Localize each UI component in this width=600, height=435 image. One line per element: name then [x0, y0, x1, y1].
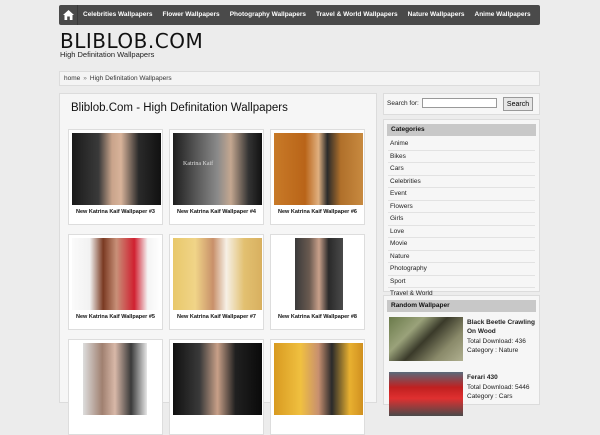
category-item[interactable]: Bikes	[388, 151, 535, 163]
nav-nature[interactable]: Nature Wallpapers	[403, 5, 470, 25]
wallpaper-card[interactable]	[68, 339, 163, 435]
category-item[interactable]: Girls	[388, 213, 535, 226]
site-tagline: High Definitation Wallpapers	[60, 50, 155, 59]
random-wallpaper-widget: Random Wallpaper Black Beetle Crawling O…	[383, 295, 540, 416]
download-count: Total Download: 436	[467, 338, 526, 345]
wallpaper-caption[interactable]: New Katrina Kaif Wallpaper #5	[69, 314, 162, 320]
wallpaper-thumbnail[interactable]	[72, 238, 161, 310]
wallpaper-card[interactable]	[270, 339, 365, 435]
nav-flower[interactable]: Flower Wallpapers	[157, 5, 224, 25]
wallpaper-card[interactable]: New Katrina Kaif Wallpaper #5	[68, 234, 163, 330]
category-item[interactable]: Photography	[388, 263, 535, 276]
search-input[interactable]	[422, 98, 497, 108]
random-wallpaper-thumbnail[interactable]	[389, 317, 463, 361]
wallpaper-thumbnail[interactable]: Katrina Kaif	[173, 133, 262, 205]
random-wallpaper-link[interactable]: Black Beetle Crawling On Wood	[467, 318, 539, 336]
random-wallpaper-item: Ferari 430 Total Download: 5446 Category…	[387, 370, 536, 422]
top-navigation: Celebrities Wallpapers Flower Wallpapers…	[59, 5, 540, 25]
category-item[interactable]: Love	[388, 226, 535, 238]
nav-photography[interactable]: Photography Wallpapers	[225, 5, 311, 25]
wallpaper-category: Category : Cars	[467, 393, 513, 400]
wallpaper-thumbnail[interactable]	[274, 343, 363, 415]
category-item[interactable]: Event	[388, 188, 535, 201]
wallpaper-card[interactable]: New Katrina Kaif Wallpaper #8	[270, 234, 365, 330]
random-wallpaper-link[interactable]: Ferari 430	[467, 373, 539, 382]
download-count: Total Download: 5446	[467, 384, 530, 391]
breadcrumb-current: High Definitation Wallpapers	[89, 75, 172, 82]
breadcrumb-home-link[interactable]: home	[64, 75, 80, 82]
wallpaper-category: Category : Nature	[467, 347, 519, 354]
search-button[interactable]: Search	[503, 97, 533, 111]
category-item[interactable]: Movie	[388, 238, 535, 251]
category-item[interactable]: Cars	[388, 163, 535, 176]
home-button[interactable]	[59, 5, 78, 25]
nav-anime[interactable]: Anime Wallpapers	[470, 5, 536, 25]
random-wallpaper-thumbnail[interactable]	[389, 372, 463, 416]
main-content: Bliblob.Com - High Definitation Wallpape…	[59, 93, 377, 435]
category-item[interactable]: Nature	[388, 251, 535, 263]
category-item[interactable]: Celebrities	[388, 176, 535, 188]
wallpaper-caption[interactable]: New Katrina Kaif Wallpaper #7	[170, 314, 263, 320]
search-label: Search for:	[387, 100, 419, 107]
nav-travel-world[interactable]: Travel & World Wallpapers	[311, 5, 403, 25]
wallpaper-thumbnail[interactable]	[173, 343, 262, 415]
category-item[interactable]: Anime	[388, 138, 535, 151]
wallpaper-thumbnail[interactable]	[173, 238, 262, 310]
nav-celebrities[interactable]: Celebrities Wallpapers	[78, 5, 157, 25]
categories-widget: Categories Anime Bikes Cars Celebrities …	[383, 119, 540, 301]
random-wallpaper-item: Black Beetle Crawling On Wood Total Down…	[387, 315, 536, 367]
home-icon	[62, 10, 74, 20]
categories-list: Anime Bikes Cars Celebrities Event Flowe…	[388, 138, 535, 301]
random-wallpaper-title: Random Wallpaper	[387, 300, 536, 312]
wallpaper-caption[interactable]: New Katrina Kaif Wallpaper #3	[69, 209, 162, 215]
wallpaper-thumbnail[interactable]	[274, 133, 363, 205]
search-widget: Search for: Search	[383, 93, 540, 115]
wallpaper-thumbnail[interactable]	[83, 343, 147, 415]
thumbnail-overlay-text: Katrina Kaif	[183, 161, 214, 167]
wallpaper-card[interactable]: New Katrina Kaif Wallpaper #6	[270, 129, 365, 225]
categories-title: Categories	[387, 124, 536, 136]
wallpaper-caption[interactable]: New Katrina Kaif Wallpaper #6	[271, 209, 364, 215]
wallpaper-card[interactable]	[169, 339, 264, 435]
page-heading: Bliblob.Com - High Definitation Wallpape…	[71, 102, 288, 114]
wallpaper-caption[interactable]: New Katrina Kaif Wallpaper #8	[271, 314, 364, 320]
wallpaper-card[interactable]: New Katrina Kaif Wallpaper #7	[169, 234, 264, 330]
wallpaper-caption[interactable]: New Katrina Kaif Wallpaper #4	[170, 209, 263, 215]
wallpaper-card[interactable]: New Katrina Kaif Wallpaper #3	[68, 129, 163, 225]
wallpaper-thumbnail[interactable]	[72, 133, 161, 205]
category-item[interactable]: Flowers	[388, 201, 535, 213]
breadcrumb-separator: »	[83, 75, 87, 82]
category-item[interactable]: Sport	[388, 276, 535, 288]
breadcrumb: home » High Definitation Wallpapers	[59, 71, 540, 86]
wallpaper-card[interactable]: Katrina Kaif New Katrina Kaif Wallpaper …	[169, 129, 264, 225]
wallpaper-thumbnail[interactable]	[295, 238, 343, 310]
